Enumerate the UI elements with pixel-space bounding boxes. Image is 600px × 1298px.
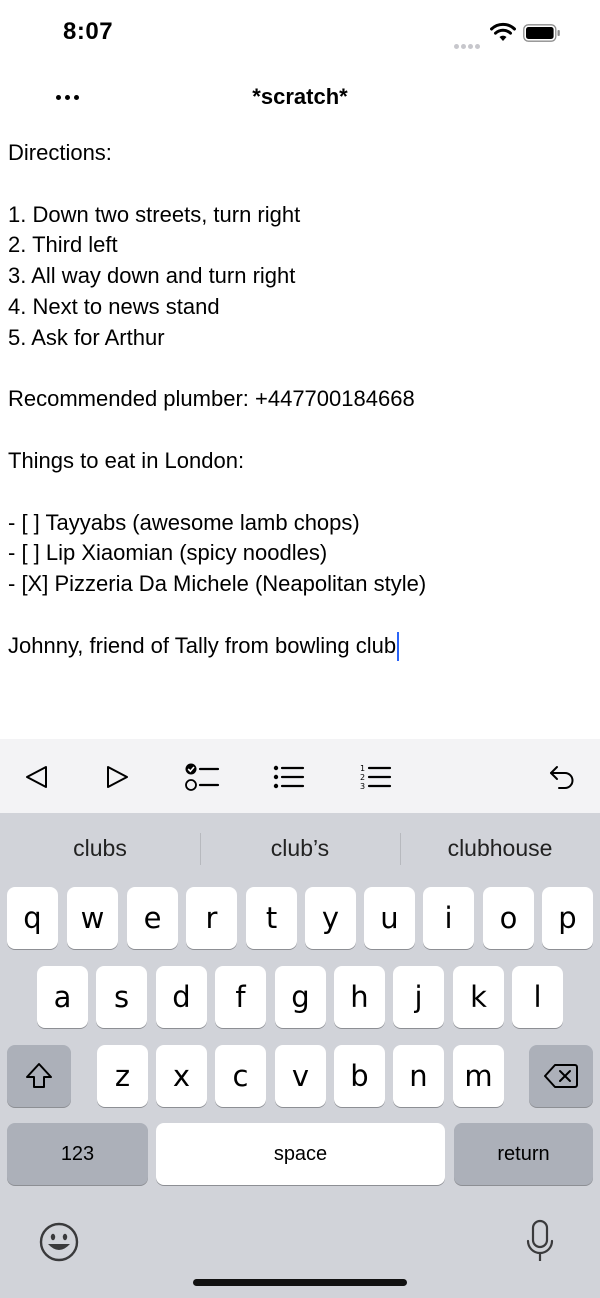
key-u[interactable]: u [364,887,415,949]
editor-line: - [ ] Lip Xiaomian (spicy noodles) [8,540,328,566]
checklist-icon[interactable] [180,755,224,799]
shift-icon [26,1063,52,1088]
space-key[interactable]: space [156,1123,445,1185]
key-s[interactable]: s [96,966,147,1028]
editor-line-current: Johnny, friend of Tally from bowling clu… [8,631,593,662]
key-d[interactable]: d [156,966,207,1028]
battery-icon [523,24,560,42]
key-t[interactable]: t [246,887,297,949]
undo-icon[interactable] [540,755,584,799]
status-time: 8:07 [63,18,114,45]
key-a[interactable]: a [37,966,88,1028]
home-indicator[interactable] [193,1279,407,1286]
bullet-list-icon[interactable] [267,755,311,799]
numbered-list-icon[interactable]: 1 2 3 [354,755,398,799]
key-r[interactable]: r [186,887,237,949]
key-k[interactable]: k [453,966,504,1028]
predictive-text-bar: clubs club’s clubhouse [0,813,600,883]
key-y[interactable]: y [305,887,356,949]
editor-line: Things to eat in London: [8,447,245,473]
key-x[interactable]: x [156,1045,207,1107]
editor-line: 4. Next to news stand [8,293,220,319]
key-v[interactable]: v [275,1045,326,1107]
key-j[interactable]: j [393,966,444,1028]
key-i[interactable]: i [423,887,474,949]
cellular-signal-icon [454,36,482,54]
right-arrow-icon[interactable] [95,755,139,799]
key-q[interactable]: q [7,887,58,949]
key-p[interactable]: p [542,887,593,949]
backspace-key[interactable] [529,1045,593,1107]
left-arrow-icon[interactable] [15,755,59,799]
text-caret [397,632,400,662]
key-w[interactable]: w [67,887,118,949]
key-b[interactable]: b [334,1045,385,1107]
suggestion-item[interactable]: club’s [200,813,400,883]
editor-line: Recommended plumber: +447700184668 [8,386,415,412]
svg-text:3: 3 [360,782,365,791]
key-n[interactable]: n [393,1045,444,1107]
text-editor[interactable]: Directions: 1. Down two streets, turn ri… [8,138,593,662]
editor-line: Directions: [8,140,112,165]
key-m[interactable]: m [453,1045,504,1107]
editor-line: 1. Down two streets, turn right [8,201,301,227]
key-z[interactable]: z [97,1045,148,1107]
key-g[interactable]: g [275,966,326,1028]
editor-line: 3. All way down and turn right [8,263,296,289]
status-bar: 8:07 [0,0,600,70]
emoji-icon[interactable] [38,1221,80,1263]
numbers-key[interactable]: 123 [7,1123,148,1185]
key-h[interactable]: h [334,966,385,1028]
editor-line: 5. Ask for Arthur [8,324,165,350]
formatting-toolbar: 1 2 3 [0,739,600,813]
svg-text:1: 1 [360,764,365,773]
editor-line: - [X] Pizzeria Da Michele (Neapolitan st… [8,571,427,597]
key-c[interactable]: c [215,1045,266,1107]
microphone-icon[interactable] [524,1219,556,1265]
key-o[interactable]: o [483,887,534,949]
key-f[interactable]: f [215,966,266,1028]
editor-line: 2. Third left [8,232,118,258]
keyboard: clubs club’s clubhouse q w e r t y u i o… [0,813,600,1298]
svg-text:2: 2 [360,773,365,782]
backspace-icon [544,1064,578,1088]
shift-key[interactable] [7,1045,71,1107]
key-e[interactable]: e [127,887,178,949]
key-l[interactable]: l [512,966,563,1028]
suggestion-item[interactable]: clubhouse [400,813,600,883]
editor-line-text: Johnny, friend of Tally from bowling clu… [8,632,397,658]
page-title: *scratch* [252,84,348,109]
wifi-icon [490,22,516,41]
return-key[interactable]: return [454,1123,593,1185]
editor-line: - [ ] Tayyabs (awesome lamb chops) [8,509,360,535]
suggestion-item[interactable]: clubs [0,813,200,883]
